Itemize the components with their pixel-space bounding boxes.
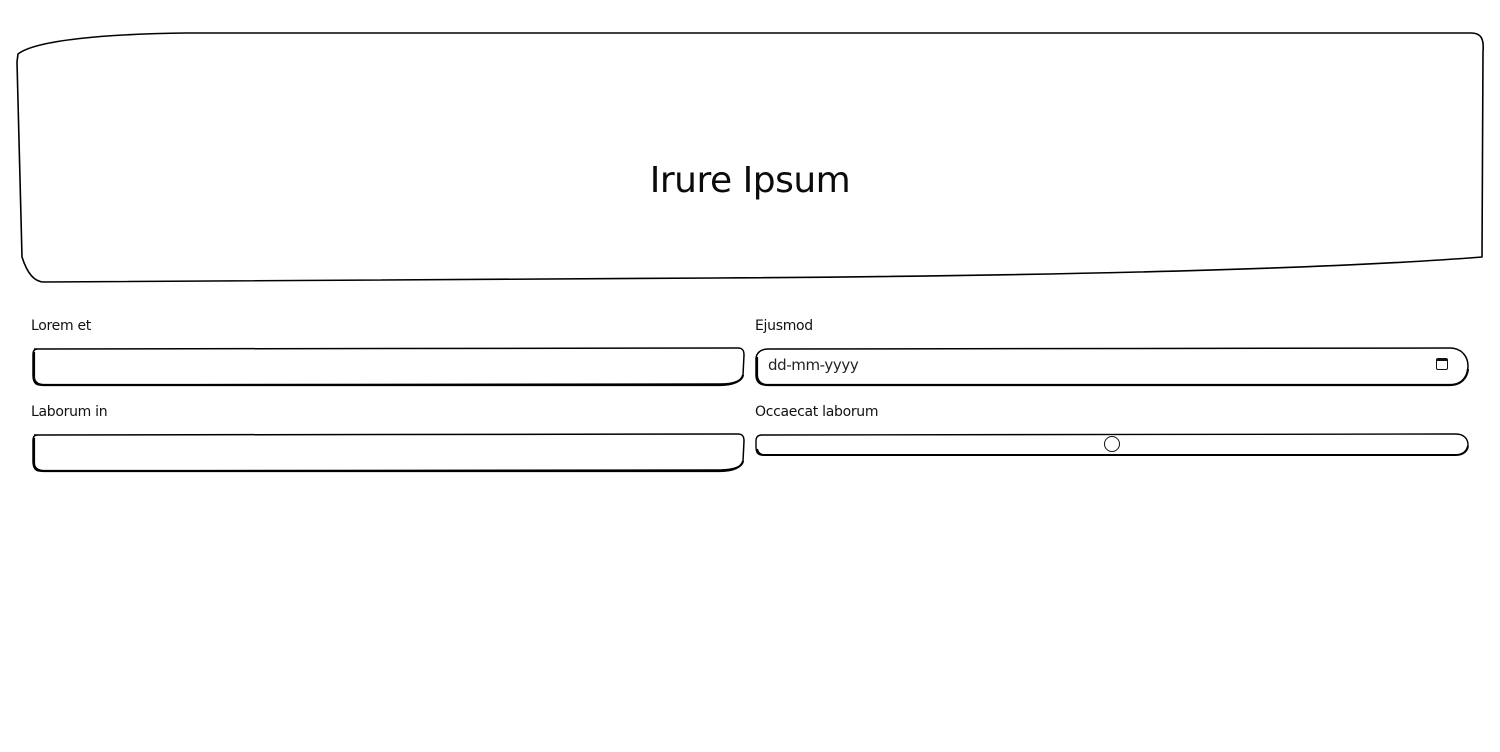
date-placeholder: dd-mm-yyyy <box>768 356 859 374</box>
field-label-lorem-et: Lorem et <box>31 318 91 334</box>
laborum-in-input[interactable] <box>30 433 746 473</box>
input-border <box>32 433 745 473</box>
date-input-border <box>755 347 1470 387</box>
slider-thumb[interactable] <box>1104 436 1120 452</box>
header-sketch-border <box>16 32 1484 283</box>
ejusmod-date-input[interactable]: dd-mm-yyyy <box>754 347 1470 387</box>
occaecat-laborum-slider[interactable] <box>754 433 1470 457</box>
lorem-et-input[interactable] <box>30 347 746 387</box>
field-label-occaecat-laborum: Occaecat laborum <box>755 404 879 420</box>
page-title: Irure Ipsum <box>649 160 851 201</box>
header-panel: Irure Ipsum <box>16 32 1484 284</box>
field-label-ejusmod: Ejusmod <box>755 318 813 334</box>
calendar-icon[interactable] <box>1436 358 1448 370</box>
field-label-laborum-in: Laborum in <box>31 404 108 420</box>
input-border <box>32 347 745 387</box>
